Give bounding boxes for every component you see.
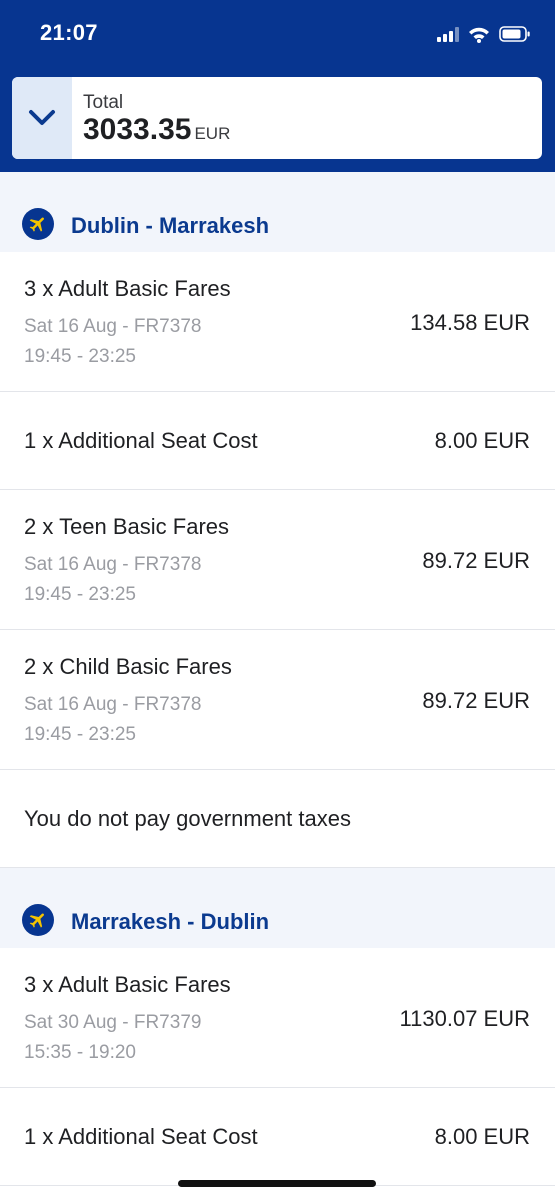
route-title: Marrakesh - Dublin: [71, 909, 270, 934]
total-summary-card: Total 3033.35 EUR: [12, 77, 542, 159]
flight-time: 15:35 - 19:20: [24, 1042, 136, 1063]
flight-date: Sat 30 Aug - FR7379: [24, 1012, 202, 1033]
fare-title: 1 x Additional Seat Cost: [24, 428, 258, 453]
status-bar-icons: [437, 22, 531, 46]
route-title: Dublin - Marrakesh: [71, 213, 270, 238]
airplane-icon: [22, 904, 54, 936]
fare-row: 1 x Additional Seat Cost 8.00 EUR: [0, 1088, 555, 1186]
expand-summary-button[interactable]: [12, 77, 72, 159]
cellular-signal-icon: [437, 26, 459, 42]
total-label: Total: [83, 92, 124, 113]
fare-list: Dublin - Marrakesh 3 x Adult Basic Fares…: [0, 172, 555, 1186]
fare-price: 134.58 EUR: [410, 310, 530, 335]
fare-title: 2 x Child Basic Fares: [24, 654, 232, 679]
tax-note: You do not pay government taxes: [24, 806, 351, 831]
fare-price: 89.72 EUR: [422, 548, 530, 573]
fare-row: 2 x Child Basic Fares Sat 16 Aug - FR737…: [0, 630, 555, 770]
fare-title: 3 x Adult Basic Fares: [24, 972, 231, 997]
route-header-return: Marrakesh - Dublin: [0, 868, 555, 948]
header: 21:07 Total 3033.35 EUR: [0, 0, 555, 172]
fare-row: 2 x Teen Basic Fares Sat 16 Aug - FR7378…: [0, 490, 555, 630]
flight-date: Sat 16 Aug - FR7378: [24, 554, 202, 575]
flight-date: Sat 16 Aug - FR7378: [24, 694, 202, 715]
tax-note-row: You do not pay government taxes: [0, 770, 555, 868]
fare-title: 3 x Adult Basic Fares: [24, 276, 231, 301]
fare-price: 8.00 EUR: [434, 428, 530, 453]
home-indicator: [178, 1180, 376, 1187]
route-header-outbound: Dublin - Marrakesh: [0, 172, 555, 252]
total-currency: EUR: [194, 124, 231, 143]
total-amount: 3033.35 EUR: [83, 113, 230, 147]
flight-time: 19:45 - 23:25: [24, 584, 136, 605]
fare-title: 2 x Teen Basic Fares: [24, 514, 230, 539]
fare-price: 89.72 EUR: [422, 688, 530, 713]
fare-breakdown-screen: 21:07 Total 3033.35 EUR Dublin - Marrake…: [0, 0, 555, 1200]
fare-row: 1 x Additional Seat Cost 8.00 EUR: [0, 392, 555, 490]
chevron-down-icon: [29, 110, 55, 125]
total-amount-value: 3033.35: [83, 113, 192, 146]
flight-date: Sat 16 Aug - FR7378: [24, 316, 202, 337]
fare-title: 1 x Additional Seat Cost: [24, 1124, 258, 1149]
airplane-icon: [22, 208, 54, 240]
flight-time: 19:45 - 23:25: [24, 724, 136, 745]
flight-time: 19:45 - 23:25: [24, 346, 136, 367]
fare-price: 8.00 EUR: [434, 1124, 530, 1149]
wifi-icon: [469, 27, 489, 43]
fare-row: 3 x Adult Basic Fares Sat 30 Aug - FR737…: [0, 948, 555, 1088]
fare-price: 1130.07 EUR: [399, 1006, 530, 1031]
status-bar-time: 21:07: [40, 20, 98, 45]
battery-icon: [499, 26, 530, 42]
fare-row: 3 x Adult Basic Fares Sat 16 Aug - FR737…: [0, 252, 555, 392]
